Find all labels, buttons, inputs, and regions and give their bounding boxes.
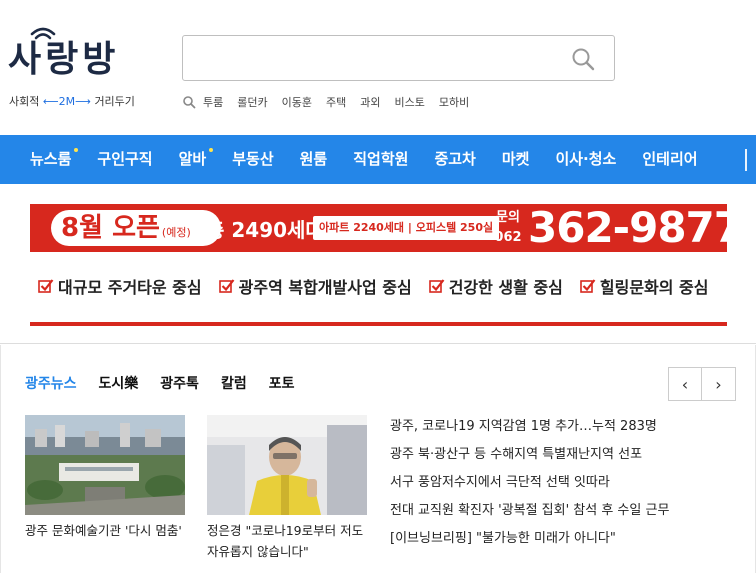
- site-logo[interactable]: 사랑방: [8, 26, 158, 88]
- tab-column[interactable]: 칼럼: [221, 373, 247, 393]
- checkbox-check-icon: [218, 279, 234, 293]
- site-header: 사랑방 사회적 ⟵2M⟶ 거리두기 투룸 롤던카 이동훈 주택 과외 비스토 모…: [0, 0, 756, 135]
- new-dot-icon: [74, 148, 79, 152]
- news-pager: ‹ ›: [668, 367, 736, 401]
- popular-keywords: 투룸 롤던카 이동훈 주택 과외 비스토 모하비: [182, 94, 483, 110]
- nav-item-parttime[interactable]: 알바: [166, 135, 220, 184]
- keyword-link[interactable]: 과외: [360, 94, 380, 110]
- nav-item-interior[interactable]: 인테리어: [629, 135, 710, 184]
- ad-feature: 건강한 생활 중심: [428, 274, 563, 298]
- ad-banner[interactable]: 8월 오픈 (예정) 총 2490세대 아파트 2240세대 | 오피스텔 25…: [30, 204, 743, 326]
- nav-item-usedcar[interactable]: 중고차: [421, 135, 488, 184]
- keyword-link[interactable]: 이동훈: [282, 94, 312, 110]
- tab-gwangju-news[interactable]: 광주뉴스: [25, 373, 77, 393]
- ad-phone-number: 362-9877: [528, 203, 743, 252]
- news-tabs: 광주뉴스 도시樂 광주톡 칼럼 포토: [25, 373, 316, 393]
- headline-link[interactable]: 광주 북·광산구 등 수해지역 특별재난지역 선포: [390, 441, 750, 469]
- banner-area: 8월 오픈 (예정) 총 2490세대 아파트 2240세대 | 오피스텔 25…: [0, 184, 756, 344]
- search-input[interactable]: [193, 44, 553, 72]
- ad-feature: 대규모 주거타운 중심: [38, 274, 202, 298]
- search-icon: [183, 96, 196, 109]
- nav-item-newsroom[interactable]: 뉴스룸: [0, 135, 84, 184]
- logo-slogan: 사회적 ⟵2M⟶ 거리두기: [9, 93, 135, 109]
- nav-item-realestate[interactable]: 부동산: [219, 135, 286, 184]
- keyword-link[interactable]: 비스토: [395, 94, 425, 110]
- nav-divider: [745, 149, 747, 171]
- tab-gwangju-talk[interactable]: 광주톡: [160, 373, 199, 393]
- headline-link[interactable]: 전대 교직원 확진자 '광복절 집회' 참석 후 수일 근무: [390, 497, 750, 525]
- ad-unit-detail: 아파트 2240세대 | 오피스텔 250실: [313, 216, 500, 240]
- keyword-link[interactable]: 주택: [326, 94, 346, 110]
- tab-photo[interactable]: 포토: [269, 373, 295, 393]
- ad-feature: 힐링문화의 중심: [580, 274, 709, 298]
- photo-caption[interactable]: 광주 문화예술기관 '다시 멈춤': [25, 520, 185, 541]
- ad-open-badge: 8월 오픈 (예정): [51, 210, 221, 246]
- ad-bottom-bar: 대규모 주거타운 중심 광주역 복합개발사업 중심 건강한 생활 중심 힐링문화…: [30, 252, 727, 326]
- headline-link[interactable]: 광주, 코로나19 지역감염 1명 추가…누적 283명: [390, 413, 750, 441]
- ad-features: 대규모 주거타운 중심 광주역 복합개발사업 중심 건강한 생활 중심 힐링문화…: [38, 274, 726, 298]
- headline-list: 광주, 코로나19 지역감염 1명 추가…누적 283명 광주 북·광산구 등 …: [390, 413, 750, 553]
- new-dot-icon: [209, 148, 214, 152]
- nav-item-academy[interactable]: 직업학원: [340, 135, 421, 184]
- tab-urban-joy[interactable]: 도시樂: [99, 373, 139, 393]
- photo-caption[interactable]: 정은경 "코로나19로부터 저도 자유롭지 않습니다": [207, 520, 367, 562]
- slogan-right: 거리두기: [94, 95, 135, 108]
- nav-item-moving[interactable]: 이사·청소: [542, 135, 629, 184]
- checkbox-check-icon: [580, 279, 596, 293]
- news-section: 광주뉴스 도시樂 광주톡 칼럼 포토 ‹ › 광주 문화예술기관 '다시 멈춤'…: [0, 345, 756, 573]
- search-box: [182, 35, 615, 81]
- ad-total-units: 총 2490세대: [206, 218, 324, 242]
- news-photo-city-aerial[interactable]: [25, 415, 185, 515]
- logo-text: 사랑방: [8, 39, 120, 80]
- search-icon[interactable]: [570, 46, 596, 72]
- headline-link[interactable]: [이브닝브리핑] "불가능한 미래가 아니다": [390, 525, 750, 553]
- ad-top-bar: 8월 오픈 (예정) 총 2490세대 아파트 2240세대 | 오피스텔 25…: [30, 204, 743, 252]
- main-nav: 뉴스룸 구인구직 알바 부동산 원룸 직업학원 중고차 마켓 이사·청소 인테리…: [0, 135, 756, 184]
- slogan-left: 사회적: [9, 95, 40, 108]
- next-arrow-icon[interactable]: ›: [702, 368, 735, 400]
- keyword-link[interactable]: 모하비: [439, 94, 469, 110]
- ad-inquiry-label: 문의 062: [494, 210, 522, 245]
- headline-link[interactable]: 서구 풍암저수지에서 극단적 선택 잇따라: [390, 469, 750, 497]
- prev-arrow-icon[interactable]: ‹: [669, 368, 703, 400]
- checkbox-check-icon: [38, 279, 54, 293]
- checkbox-check-icon: [428, 279, 445, 293]
- slogan-arrow: ⟵2M⟶: [42, 95, 91, 108]
- keyword-link[interactable]: 투룸: [203, 94, 223, 110]
- keyword-link[interactable]: 롤던카: [237, 94, 267, 110]
- nav-item-market[interactable]: 마켓: [489, 135, 543, 184]
- nav-item-oneroom[interactable]: 원룸: [287, 135, 341, 184]
- ad-feature: 광주역 복합개발사업 중심: [218, 274, 412, 298]
- nav-item-jobs[interactable]: 구인구직: [84, 135, 165, 184]
- news-photo-briefing[interactable]: [207, 415, 367, 515]
